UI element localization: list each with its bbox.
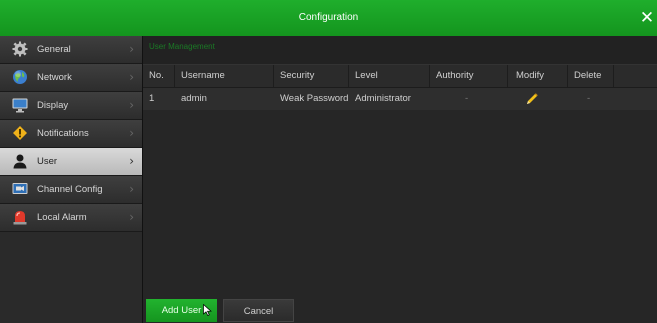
chevron-right-icon: ›: [129, 154, 134, 168]
sidebar-item-general[interactable]: General ›: [0, 36, 142, 64]
sidebar-item-label: General: [37, 44, 71, 55]
chevron-right-icon: ›: [129, 126, 134, 140]
section-title: User Management: [149, 42, 215, 51]
sidebar-item-network[interactable]: Network ›: [0, 64, 142, 92]
chevron-right-icon: ›: [129, 98, 134, 112]
table-header: No. Username Security Level Authority Mo…: [143, 65, 657, 88]
sidebar-item-label: Local Alarm: [37, 212, 87, 223]
sidebar-item-display[interactable]: Display ›: [0, 92, 142, 120]
title-bar: Configuration ✕: [0, 0, 657, 37]
sidebar-item-label: Channel Config: [37, 184, 103, 195]
table-row[interactable]: 1 admin Weak Password Administrator - -: [143, 88, 657, 110]
sidebar-item-label: Notifications: [37, 128, 89, 139]
sidebar-item-label: Display: [37, 100, 69, 111]
globe-icon: [12, 69, 28, 85]
configuration-window: Configuration ✕ General › Network › Disp…: [0, 0, 657, 323]
chevron-right-icon: ›: [129, 70, 134, 84]
cell-username: admin: [181, 93, 207, 104]
camera-screen-icon: [12, 181, 28, 197]
column-header-authority: Authority: [430, 65, 508, 87]
alarm-light-icon: [12, 209, 28, 225]
column-header-level: Level: [349, 65, 430, 87]
column-header-modify: Modify: [508, 65, 568, 87]
window-title: Configuration: [298, 12, 359, 23]
monitor-icon: [12, 97, 28, 113]
mouse-cursor-icon: [203, 303, 212, 319]
chevron-right-icon: ›: [129, 210, 134, 224]
user-table: No. Username Security Level Authority Mo…: [143, 64, 657, 323]
column-header-username: Username: [175, 65, 274, 87]
chevron-right-icon: ›: [129, 42, 134, 56]
sidebar-item-channel-config[interactable]: Channel Config ›: [0, 176, 142, 204]
column-header-delete: Delete: [568, 65, 614, 87]
close-icon[interactable]: ✕: [639, 0, 655, 36]
cell-level: Administrator: [355, 93, 411, 104]
cell-security: Weak Password: [280, 93, 349, 104]
column-header-security: Security: [274, 65, 349, 87]
gear-icon: [12, 41, 28, 57]
column-header-no: No.: [143, 65, 175, 87]
main-content: User Management No. Username Security Le…: [143, 36, 657, 323]
chevron-right-icon: ›: [129, 182, 134, 196]
pencil-icon[interactable]: [525, 92, 539, 106]
user-icon: [12, 153, 28, 169]
warning-icon: [12, 125, 28, 141]
sidebar-item-notifications[interactable]: Notifications ›: [0, 120, 142, 148]
sidebar-item-user[interactable]: User ›: [0, 148, 142, 176]
cell-no: 1: [149, 93, 155, 104]
cell-authority: -: [465, 93, 469, 104]
sidebar-item-label: User: [37, 156, 58, 167]
sidebar-item-local-alarm[interactable]: Local Alarm ›: [0, 204, 142, 232]
sidebar: General › Network › Display › Notificati…: [0, 36, 143, 323]
cell-delete: -: [587, 93, 591, 104]
cancel-button[interactable]: Cancel: [223, 299, 294, 322]
sidebar-item-label: Network: [37, 72, 72, 83]
